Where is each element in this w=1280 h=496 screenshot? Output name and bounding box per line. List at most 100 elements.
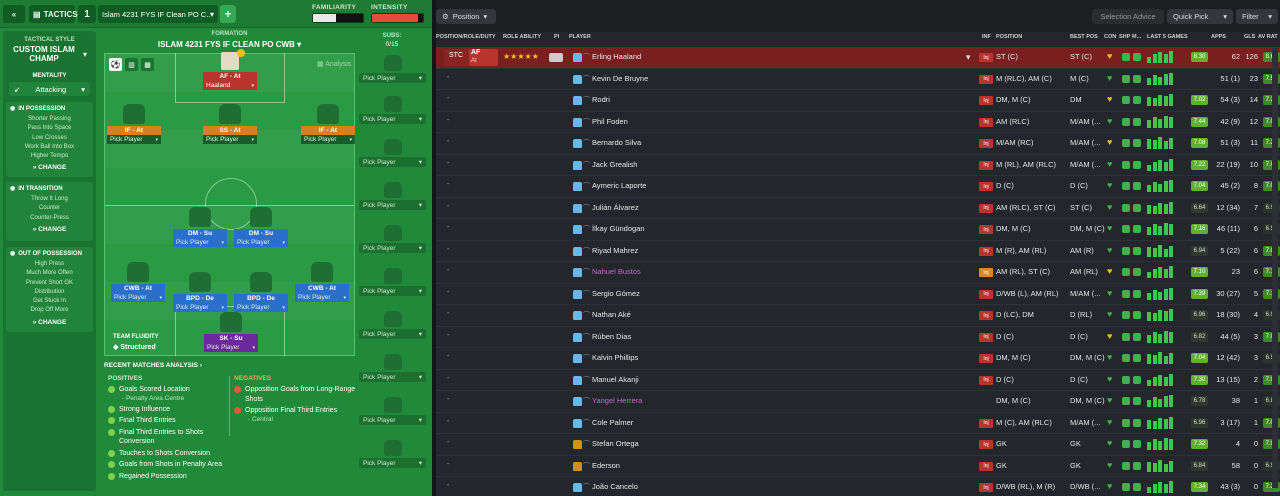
column-header[interactable]: GLS	[1244, 34, 1255, 40]
table-row[interactable]: - ⌒ Riyad Mahrez Inj M (R), AM (RL) AM (R) ♥ 6.…	[436, 241, 1280, 262]
table-row[interactable]: -⌒Rúben DiasInjD (C)D (C)♥6.8244 (5)37.0…	[436, 327, 1280, 348]
injury-badge[interactable]: Inj	[979, 418, 993, 428]
player-name[interactable]: Kalvin Phillips	[592, 353, 638, 362]
tactics-pitch[interactable]: ⚽ ▥ ▦ ▦ Analysis AF - At Haaland ▾ IF - A…	[104, 49, 355, 356]
table-row[interactable]: - ⌒ Nathan Aké Inj D (LC), DM D (RL) ♥ 6.96 18 (…	[436, 305, 1280, 327]
injury-badge[interactable]: Inj	[979, 268, 993, 277]
table-row[interactable]: - ⌒ Cole Palmer Inj M (C), AM (RLC) M/AM (...…	[436, 413, 1280, 434]
column-header[interactable]: POSITION	[996, 34, 1022, 40]
player-instructions-icon[interactable]	[549, 53, 563, 62]
column-header[interactable]: M...	[1132, 34, 1141, 40]
change-in-transition-button[interactable]: » CHANGE	[6, 226, 93, 233]
player-name[interactable]: Kevin De Bruyne	[592, 74, 648, 83]
filter-button[interactable]: Filter ▾	[1236, 9, 1278, 24]
injury-badge[interactable]: Inj	[979, 461, 993, 471]
player-name[interactable]: Bernardo Silva	[592, 138, 641, 147]
position-slot-af[interactable]: AF - At Haaland ▾	[203, 49, 257, 90]
table-row[interactable]: - ⌒ Yangel Herrera DM, M (C) DM, M (C) ♥ 6.78 3…	[436, 391, 1280, 413]
position-slot-cwb-left[interactable]: CWB - At Pick Player ▾	[111, 262, 165, 302]
scrollbar[interactable]	[1272, 48, 1278, 488]
player-name[interactable]: Aymeric Laporte	[592, 181, 646, 190]
injury-badge[interactable]: Inj	[979, 139, 993, 148]
out-of-possession-card[interactable]: ◉ OUT OF POSSESSION High Press Much More …	[6, 247, 93, 332]
sub-slot[interactable]: Pick Player ▾	[359, 55, 426, 83]
table-row[interactable]: -⌒Stefan OrtegaInjGKGK♥7.32407.00	[436, 434, 1280, 456]
table-row[interactable]: -⌒RodriInjDM, M (C)DM♥7.0254 (3)147.25	[436, 90, 1280, 112]
table-row[interactable]: - ⌒ Bernardo Silva Inj M/AM (RC) M/AM (... ♥ 7.…	[436, 133, 1280, 155]
injury-badge[interactable]: Inj	[979, 225, 993, 234]
player-name[interactable]: Julián Álvarez	[592, 203, 639, 212]
injury-badge[interactable]: Inj	[979, 311, 993, 320]
change-out-of-possession-button[interactable]: » CHANGE	[6, 319, 93, 326]
player-name[interactable]: Phil Foden	[592, 117, 628, 126]
sub-slot[interactable]: Pick Player ▾	[359, 182, 426, 210]
chevron-down-icon[interactable]: ▾	[966, 52, 971, 63]
column-header[interactable]: ROLE ABILITY	[503, 34, 541, 40]
sub-slot[interactable]: Pick Player ▾	[359, 311, 426, 339]
position-slot-bpd-left[interactable]: BPD - De Pick Player ▾	[173, 272, 227, 312]
injury-badge[interactable]: Inj	[979, 74, 993, 84]
add-tactic-button[interactable]: +	[220, 5, 236, 23]
sub-slot[interactable]: Pick Player ▾	[359, 268, 426, 296]
table-row[interactable]: - ⌒ Julián Álvarez Inj AM (RLC), ST (C) ST (C…	[436, 198, 1280, 219]
column-header[interactable]: SHP	[1119, 34, 1130, 40]
table-row[interactable]: - ⌒ Jack Grealish Inj M (RL), AM (RLC) M/AM (…	[436, 155, 1280, 176]
column-header[interactable]: PI	[554, 34, 559, 40]
player-name[interactable]: Yangel Herrera	[592, 396, 642, 405]
column-header[interactable]: LAST 5 GAMES	[1147, 34, 1188, 40]
player-name[interactable]: Manuel Akanji	[592, 375, 639, 384]
column-header[interactable]: BEST POS	[1070, 34, 1098, 40]
injury-badge[interactable]: Inj	[979, 375, 993, 385]
formation-name-dropdown[interactable]: ISLAM 4231 FYS IF CLEAN PO CWB ▾	[104, 40, 355, 49]
player-name[interactable]: Jack Grealish	[592, 160, 637, 169]
table-row[interactable]: -⌒EdersonInjGKGK♥6.845806.93	[436, 456, 1280, 477]
injury-badge[interactable]: Inj	[979, 203, 993, 213]
change-in-possession-button[interactable]: » CHANGE	[6, 164, 93, 171]
column-header[interactable]: POSITION/ROLE/DUTY	[436, 34, 496, 40]
table-row[interactable]: - ⌒ Nahuel Bustos Inj AM (RL), ST (C) AM (RL)…	[436, 262, 1280, 284]
analysis-button[interactable]: ▦ Analysis	[317, 60, 351, 68]
column-header[interactable]: AV RAT	[1258, 34, 1278, 40]
player-name[interactable]: Ederson	[592, 461, 620, 470]
player-name[interactable]: João Cancelo	[592, 482, 638, 491]
player-name[interactable]: Nathan Aké	[592, 310, 631, 319]
player-name[interactable]: Rúben Dias	[592, 332, 631, 341]
selection-advice-button[interactable]: Selection Advice	[1092, 9, 1164, 24]
position-filter-dropdown[interactable]: ⚙ Position ▾	[436, 9, 496, 24]
player-name[interactable]: Rodri	[592, 95, 610, 104]
column-header[interactable]: APPS	[1211, 34, 1226, 40]
table-row[interactable]: - ⌒ João Cancelo Inj D/WB (RL), M (R) D/WB (.…	[436, 477, 1280, 496]
injury-badge[interactable]: Inj	[979, 246, 993, 256]
position-slot-bpd-right[interactable]: BPD - De Pick Player ▾	[234, 272, 288, 312]
table-row[interactable]: - ⌒ Sergio Gómez Inj D/WB (L), AM (RL) M/AM (…	[436, 284, 1280, 305]
injury-badge[interactable]: Inj	[979, 332, 993, 342]
board-icon[interactable]: ▦	[141, 58, 154, 71]
injury-badge[interactable]: Inj	[979, 53, 993, 62]
player-name[interactable]: Riyad Mahrez	[592, 246, 638, 255]
tactic-slot-number[interactable]: 1	[78, 5, 96, 23]
player-name[interactable]: Erling Haaland	[592, 52, 641, 61]
position-slot-if-left[interactable]: IF - At Pick Player ▾	[107, 104, 161, 144]
tactics-button[interactable]: ▤ TACTICS	[29, 5, 78, 23]
in-transition-card[interactable]: ◉ IN TRANSITION Throw It Long Counter Cou…	[6, 182, 93, 241]
ball-icon[interactable]: ⚽	[109, 58, 122, 71]
analysis-title[interactable]: RECENT MATCHES ANALYSIS ›	[104, 362, 424, 369]
sub-slot[interactable]: Pick Player ▾	[359, 139, 426, 167]
in-possession-card[interactable]: ◉ IN POSSESSION Shorter Passing Pass Into…	[6, 102, 93, 177]
player-name[interactable]: Cole Palmer	[592, 418, 633, 427]
sub-slot[interactable]: Pick Player ▾	[359, 225, 426, 253]
mentality-dropdown[interactable]: ➹ Attacking ▾	[9, 82, 90, 96]
column-header[interactable]: PLAYER	[569, 34, 591, 40]
intensity-meter[interactable]	[371, 13, 424, 23]
player-name[interactable]: Sergio Gómez	[592, 289, 640, 298]
chevron-down-icon[interactable]: ▾	[83, 50, 87, 59]
position-slot-ss[interactable]: SS - At Pick Player ▾	[203, 104, 257, 144]
player-name[interactable]: Nahuel Bustos	[592, 267, 641, 276]
position-slot-dm-right[interactable]: DM - Su Pick Player ▾	[234, 207, 288, 247]
injury-badge[interactable]: Inj	[979, 96, 993, 105]
tactical-style-name[interactable]: CUSTOM ISLAM CHAMP	[9, 45, 79, 63]
table-row[interactable]: - ⌒ İlkay Gündogan Inj DM, M (C) DM, M (C) ♥ 7.…	[436, 219, 1280, 241]
position-slot-if-right[interactable]: IF - At Pick Player ▾	[301, 104, 355, 144]
position-slot-sk[interactable]: SK - Su Pick Player ▾	[204, 312, 258, 352]
sub-slot[interactable]: Pick Player ▾	[359, 96, 426, 124]
